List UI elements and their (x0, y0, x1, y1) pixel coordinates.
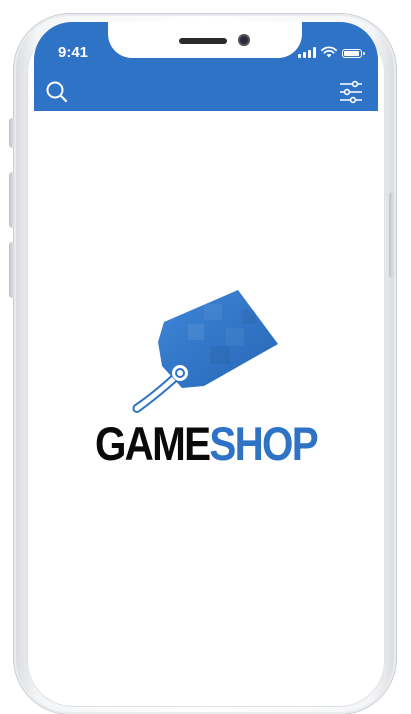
volume-down-button (9, 242, 15, 298)
notch (108, 22, 302, 58)
filter-button[interactable] (338, 79, 364, 105)
status-time: 9:41 (58, 44, 89, 61)
front-camera (238, 34, 250, 46)
power-button (389, 192, 395, 278)
wordmark-part-game: GAME (94, 417, 211, 470)
mute-switch (9, 118, 15, 148)
price-tag-icon (132, 290, 278, 413)
search-icon (46, 81, 68, 103)
battery-icon (342, 49, 365, 58)
volume-up-button (9, 172, 15, 228)
wifi-icon (321, 46, 337, 58)
sliders-icon (340, 80, 362, 104)
gameshop-wordmark: GAMESHOP (58, 419, 354, 469)
search-button[interactable] (44, 79, 70, 105)
phone-screen: 9:41 GAMESHOP (34, 22, 378, 682)
app-header: 9:41 (34, 22, 378, 111)
wordmark-part-shop: SHOP (209, 417, 318, 470)
cellular-signal-icon (298, 47, 316, 58)
splash-content: GAMESHOP (34, 111, 378, 682)
battery-fill (344, 51, 360, 56)
status-icons (298, 46, 365, 58)
earpiece-speaker (179, 38, 227, 44)
